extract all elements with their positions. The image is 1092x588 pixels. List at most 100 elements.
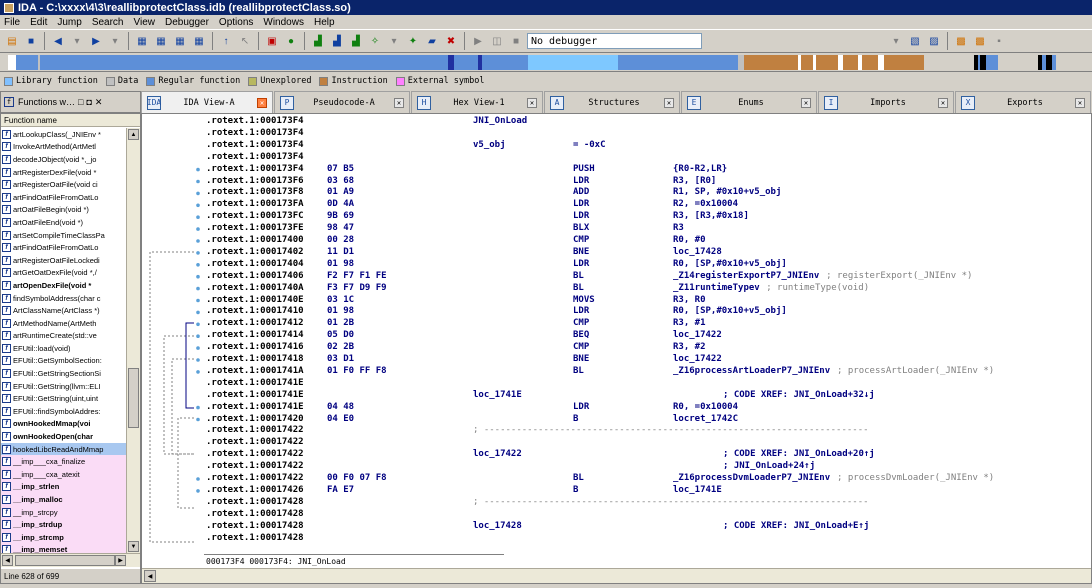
function-list-item[interactable]: f EFUtil::GetString(uint,uint: [1, 392, 126, 405]
function-icon[interactable]: ▟: [348, 33, 364, 49]
open-file-icon[interactable]: ▤: [4, 33, 20, 49]
close-icon[interactable]: ✕: [664, 97, 674, 108]
disasm-line[interactable]: .rotext.1:00017428: [204, 509, 1092, 521]
disasm-line[interactable]: .rotext.1:00017428 ; --------------------…: [204, 497, 1092, 509]
breakpoint-dot[interactable]: [196, 370, 200, 374]
breakpoint-dot[interactable]: [196, 334, 200, 338]
functions-vertical-scrollbar[interactable]: ▲ ▼: [126, 128, 140, 553]
scroll-thumb[interactable]: [15, 555, 115, 566]
ida-horizontal-scrollbar[interactable]: ◀: [142, 568, 1091, 583]
back-arrow-icon[interactable]: ◀: [50, 33, 66, 49]
scroll-up-icon[interactable]: ▲: [128, 129, 139, 140]
pin-icon[interactable]: ◘: [86, 97, 91, 107]
scroll-left-icon[interactable]: ◀: [144, 570, 156, 582]
function-list-item[interactable]: f artSetCompileTimeClassPa: [1, 229, 126, 242]
restore-icon[interactable]: □: [78, 97, 83, 107]
disasm-line[interactable]: .rotext.1:00017422: [204, 437, 1092, 449]
breakpoint-dot[interactable]: [196, 167, 200, 172]
function-list-item[interactable]: f artFindOatFileFromOatLo: [1, 241, 126, 254]
create-function-icon[interactable]: ✧: [367, 33, 383, 49]
attach-icon[interactable]: ▨: [926, 33, 942, 49]
disasm-line[interactable]: .rotext.1:00017428 loc_17428 ; CODE XREF: …: [204, 521, 1092, 533]
breakpoint-dot[interactable]: [196, 191, 200, 196]
function-list-item[interactable]: f artOatFileEnd(void *): [1, 216, 126, 229]
function-list-item[interactable]: f artFindOatFileFromOatLo: [1, 191, 126, 204]
hex-view-icon[interactable]: ▦: [134, 33, 150, 49]
close-icon[interactable]: ✕: [257, 97, 267, 108]
menu-jump[interactable]: Jump: [57, 17, 81, 28]
disassembly-listing[interactable]: .rotext.1:000173F4 JNI_OnLoad .rotext.1:00…: [204, 114, 1092, 554]
function-list-item[interactable]: f __imp_memset: [1, 543, 126, 553]
structures-icon[interactable]: ▦: [172, 33, 188, 49]
breakpoint-dot[interactable]: [196, 358, 200, 362]
data-icon[interactable]: ▟: [329, 33, 345, 49]
close-icon[interactable]: ✕: [393, 97, 404, 108]
function-list-item[interactable]: f InvokeArtMethod(ArtMetl: [1, 141, 126, 154]
breakpoint-dot[interactable]: [196, 310, 200, 315]
disasm-line[interactable]: .rotext.1:0001740E 03 1C MOVS R3, R0: [204, 295, 1092, 307]
close-icon[interactable]: ✕: [801, 97, 811, 108]
function-list-item[interactable]: f artOatFileBegin(void *): [1, 204, 126, 217]
disasm-line[interactable]: .rotext.1:000173F6 03 68 LDR R3, [R0]: [204, 176, 1092, 188]
tab-pseudocode-a[interactable]: P Pseudocode-A ✕: [274, 91, 410, 113]
function-list-item[interactable]: f findSymbolAddress(char c: [1, 292, 126, 305]
function-list-item[interactable]: f ArtClassName(ArtClass *): [1, 304, 126, 317]
disasm-line[interactable]: .rotext.1:00017426 FA E7 Bloc_1741E: [204, 485, 1092, 497]
function-list-item[interactable]: f __imp_strlen: [1, 480, 126, 494]
breakpoint-dot[interactable]: [196, 203, 200, 208]
navigation-bar[interactable]: [8, 55, 1080, 70]
save-icon[interactable]: ■: [23, 33, 39, 49]
function-list-item[interactable]: f EFUtil::GetSymbolSection:: [1, 355, 126, 368]
function-list-item[interactable]: f ownHookedOpen(char: [1, 430, 126, 443]
disasm-line[interactable]: .rotext.1:00017422 ; JNI_OnLoad+24↑j: [204, 461, 1092, 473]
function-list-item[interactable]: f __imp_malloc: [1, 493, 126, 506]
function-list-item[interactable]: f __imp___cxa_finalize: [1, 455, 126, 469]
disasm-line[interactable]: .rotext.1:00017414 05 D0 BEQ loc_17422: [204, 330, 1092, 342]
close-icon[interactable]: ✕: [937, 97, 948, 108]
menu-file[interactable]: File: [4, 17, 20, 28]
forward-arrow-icon[interactable]: ▶: [88, 33, 104, 49]
scroll-right-icon[interactable]: ▶: [115, 555, 126, 566]
tab-imports[interactable]: I Imports ✕: [818, 91, 954, 113]
help-icon[interactable]: ▪: [991, 33, 1007, 49]
menu-windows[interactable]: Windows: [263, 17, 304, 28]
menu-view[interactable]: View: [134, 17, 156, 28]
disasm-line[interactable]: .rotext.1:000173FA 0D 4A LDR R2, =0x10004: [204, 199, 1092, 211]
breakpoint-dot[interactable]: [196, 227, 200, 231]
disasm-line[interactable]: .rotext.1:000173F4 JNI_OnLoad: [204, 116, 1092, 128]
function-name-column-header[interactable]: Function name: [1, 114, 140, 127]
dropdown-icon[interactable]: ▾: [386, 33, 402, 49]
function-list-item[interactable]: f EFUtil::GetStringSectionSi: [1, 367, 126, 380]
function-list-item[interactable]: f EFUtil::load(void): [1, 342, 126, 355]
array-icon[interactable]: ▰: [424, 33, 440, 49]
disasm-line[interactable]: .rotext.1:000173F8 01 A9 ADD R1, SP, #0x10+…: [204, 187, 1092, 199]
function-list-item[interactable]: f artRuntimeCreate(std::ve: [1, 330, 126, 343]
function-list-item[interactable]: f artLookupClass(_JNIEnv *: [1, 128, 126, 141]
function-list-item[interactable]: f hookedLibcReadAndMmap: [1, 442, 126, 456]
disasm-line[interactable]: .rotext.1:0001741E 04 48 LDR R0, =0x10004: [204, 402, 1092, 414]
pause-icon[interactable]: ◫: [489, 33, 505, 49]
breakpoint-dot[interactable]: [196, 179, 200, 184]
debugger-select[interactable]: No debugger: [527, 33, 702, 49]
disasm-line[interactable]: .rotext.1:00017416 02 2B CMP R3, #2: [204, 342, 1092, 354]
function-list-item[interactable]: f __imp_strdup: [1, 518, 126, 531]
disasm-line[interactable]: .rotext.1:000173FE 98 47 BLX R3: [204, 223, 1092, 235]
function-list-item[interactable]: f artGetOatDexFile(void *,/: [1, 267, 126, 280]
close-icon[interactable]: ✕: [527, 97, 537, 108]
enums-icon[interactable]: ▦: [191, 33, 207, 49]
disasm-line[interactable]: .rotext.1:000173F4: [204, 128, 1092, 140]
tab-ida-view-a[interactable]: IDA IDA View-A ✕: [141, 91, 273, 113]
breakpoint-dot[interactable]: [196, 417, 200, 422]
stop-icon[interactable]: ■: [508, 33, 524, 49]
breakpoint-dot[interactable]: [196, 346, 200, 350]
breakpoint-dot[interactable]: [196, 215, 200, 219]
disasm-line[interactable]: .rotext.1:00017412 01 2B CMP R3, #1: [204, 318, 1092, 330]
disasm-line[interactable]: .rotext.1:0001740A F3 F7 D9 F9 BL _Z11runti…: [204, 283, 1092, 295]
disasm-line[interactable]: .rotext.1:000173FC 9B 69 LDR R3, [R3,#0x18]: [204, 211, 1092, 223]
disasm-line[interactable]: .rotext.1:00017404 01 98 LDR R0, [SP,#0x10+…: [204, 259, 1092, 271]
disasm-line[interactable]: .rotext.1:00017406 F2 F7 F1 FE BL _Z14regis…: [204, 271, 1092, 283]
breakpoint-dot[interactable]: [196, 286, 200, 291]
cursor-icon[interactable]: ↖: [237, 33, 253, 49]
disasm-line[interactable]: .rotext.1:000173F4 v5_obj = -0xC: [204, 140, 1092, 152]
disasm-line[interactable]: .rotext.1:000173F4: [204, 152, 1092, 164]
